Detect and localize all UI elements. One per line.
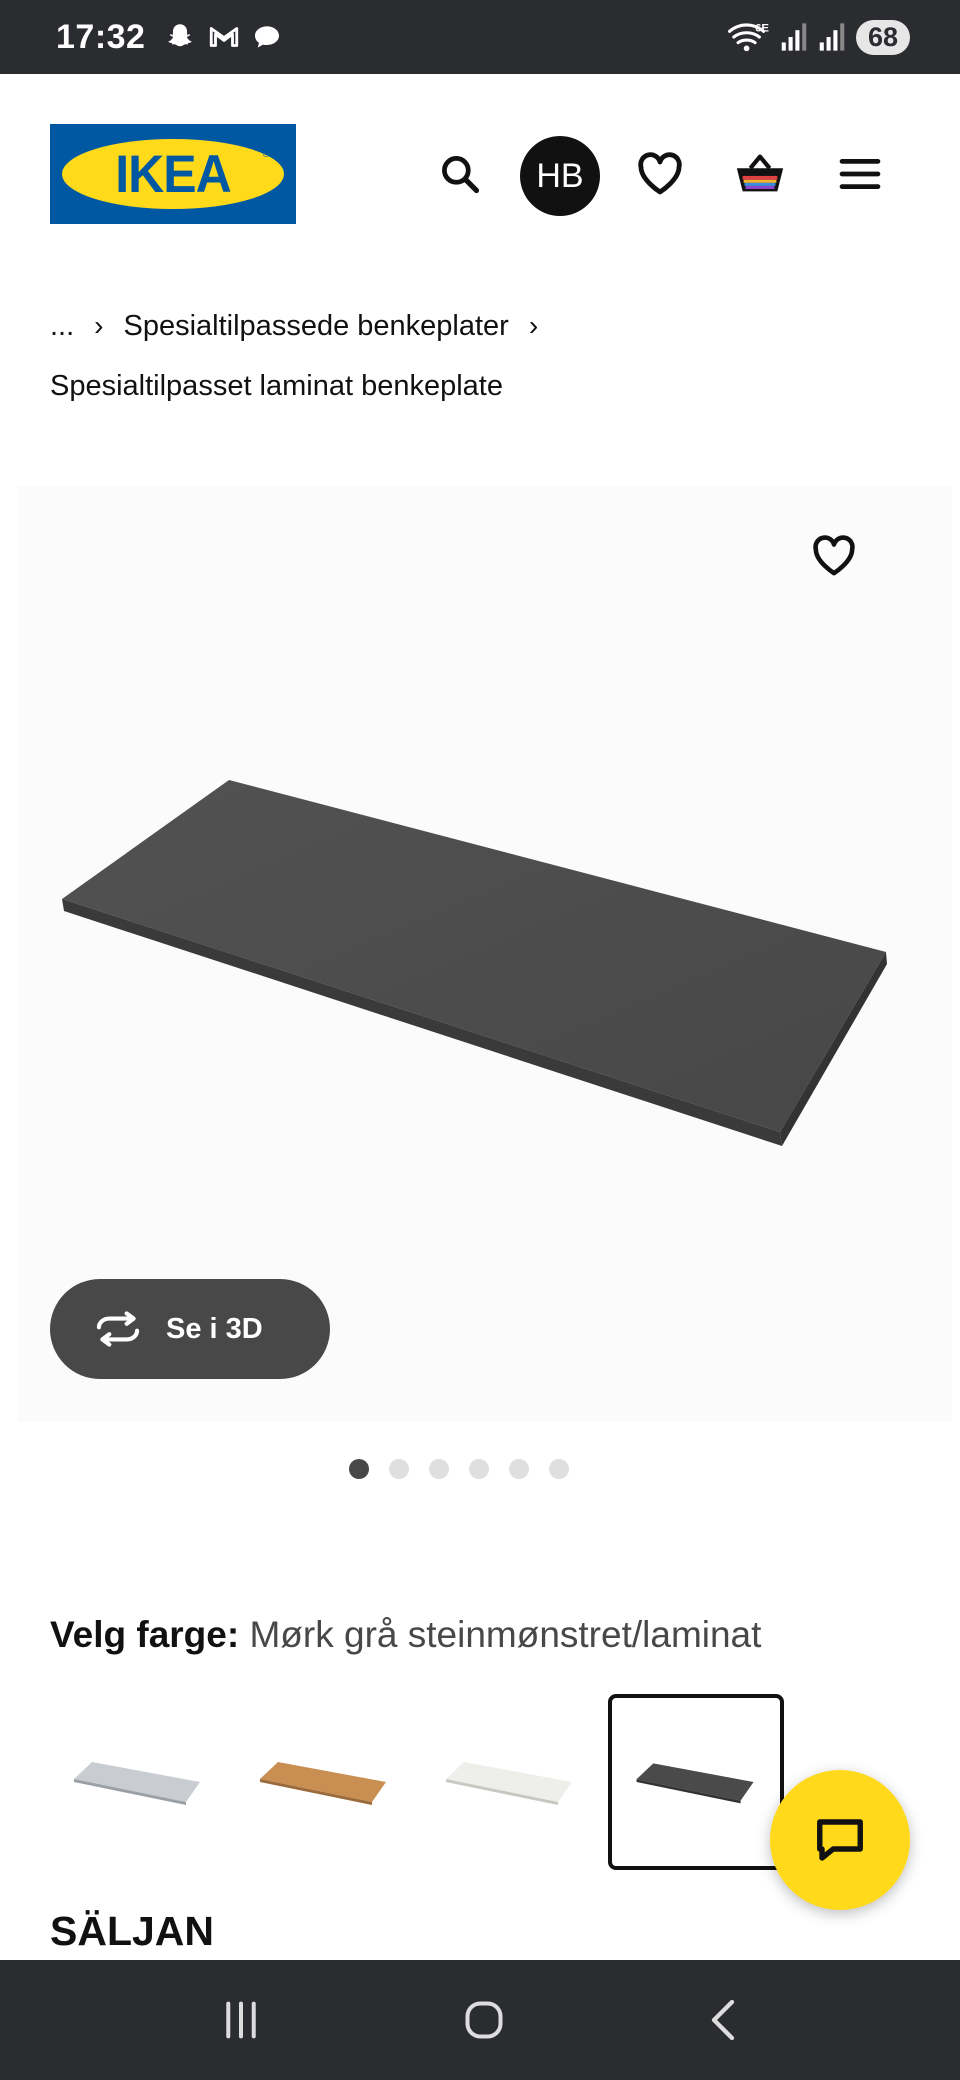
see-in-3d-label: Se i 3D [166, 1312, 263, 1345]
color-swatch-oak[interactable] [236, 1694, 412, 1870]
gallery-pagination [0, 1459, 960, 1479]
swatch-image [74, 1762, 200, 1805]
rotate-3d-icon [96, 1311, 140, 1347]
logo-oval: IKEA ® [62, 139, 284, 209]
breadcrumb-parent-link[interactable]: Spesialtilpassede benkeplater [124, 306, 509, 346]
see-in-3d-button[interactable]: Se i 3D [50, 1279, 330, 1379]
chat-button[interactable] [770, 1770, 910, 1910]
registered-mark: ® [262, 149, 270, 160]
cart-button[interactable] [720, 134, 800, 214]
status-bar: 17:32 6E 68 [0, 0, 960, 74]
signal-icon [781, 23, 807, 51]
site-header: IKEA ® HB [0, 74, 960, 274]
hamburger-menu-icon [839, 159, 881, 189]
heart-icon [638, 152, 682, 195]
breadcrumb-ellipsis[interactable]: ... [50, 306, 74, 346]
breadcrumb: ... › Spesialtilpassede benkeplater › Sp… [50, 306, 538, 406]
recent-apps-icon[interactable] [219, 2000, 263, 2040]
color-swatch-dark-grey-selected[interactable] [608, 1694, 784, 1870]
home-icon[interactable] [462, 1998, 506, 2042]
search-button[interactable] [420, 134, 500, 214]
color-selection-label: Velg farge: Mørk grå steinmønstret/lamin… [50, 1612, 761, 1658]
add-to-favourites-button[interactable] [802, 524, 866, 588]
svg-text:6E: 6E [755, 22, 769, 34]
pagination-dot[interactable] [469, 1459, 489, 1479]
color-swatch-white[interactable] [422, 1694, 598, 1870]
swatch-image [636, 1763, 754, 1804]
chat-bubble-icon [255, 26, 280, 48]
breadcrumb-row: ... › Spesialtilpassede benkeplater › [50, 306, 538, 346]
avatar-initials: HB [536, 156, 584, 195]
selected-color-value: Mørk grå steinmønstret/laminat [249, 1614, 762, 1655]
status-time: 17:32 [56, 17, 146, 56]
color-swatches [50, 1694, 784, 1870]
gmail-icon [210, 27, 239, 47]
pagination-dot[interactable] [509, 1459, 529, 1479]
swatch-image [260, 1762, 386, 1805]
system-icons: 6E 68 [726, 19, 910, 55]
logo-text: IKEA [115, 144, 231, 204]
pagination-dot[interactable] [389, 1459, 409, 1479]
product-name: SÄLJAN [50, 1908, 215, 1954]
favourites-button[interactable] [620, 134, 700, 214]
chevron-right-icon: › [528, 310, 539, 341]
swatch-image [446, 1762, 572, 1805]
search-icon [442, 156, 480, 194]
avatar[interactable]: HB [520, 136, 600, 216]
pagination-dot-active[interactable] [349, 1459, 369, 1479]
chat-icon [817, 1819, 863, 1861]
snapchat-icon [168, 24, 193, 47]
heart-icon [813, 535, 855, 576]
color-label-prefix: Velg farge: [50, 1614, 240, 1655]
pagination-dot[interactable] [429, 1459, 449, 1479]
battery-indicator: 68 [855, 19, 910, 55]
signal-icon-2 [819, 23, 845, 51]
color-swatch-metal[interactable] [50, 1694, 226, 1870]
ikea-logo[interactable]: IKEA ® [50, 124, 296, 224]
basket-icon [736, 154, 784, 192]
menu-button[interactable] [820, 134, 900, 214]
chevron-right-icon: › [94, 310, 104, 341]
notification-icons [163, 20, 283, 54]
wifi-icon: 6E [727, 22, 769, 52]
breadcrumb-current[interactable]: Spesialtilpasset laminat benkeplate [50, 366, 538, 406]
pagination-dot[interactable] [549, 1459, 569, 1479]
system-nav-bar [0, 1960, 960, 2080]
back-icon[interactable] [705, 1998, 741, 2042]
